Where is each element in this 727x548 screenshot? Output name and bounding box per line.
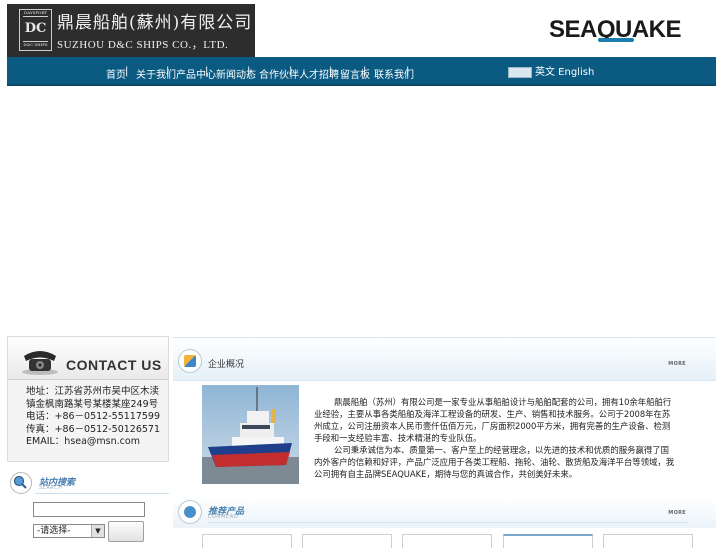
contact-title: CONTACT US <box>66 357 162 373</box>
nav-separator: | <box>363 66 367 77</box>
site-search-header: 站内搜索 SEARCH <box>7 470 169 496</box>
search-category-value: -请选择- <box>37 526 71 536</box>
nav-item-partners[interactable]: 合作伙伴 <box>259 66 299 81</box>
language-switch[interactable]: 英文 English <box>508 63 594 78</box>
logo-emblem-bottom-text: D&C SHIPS <box>23 42 48 47</box>
divider <box>35 493 169 494</box>
contact-header: CONTACT US <box>8 337 168 380</box>
divider <box>208 522 688 523</box>
world-map-icon <box>508 66 532 78</box>
nav-separator: | <box>406 66 410 77</box>
nav-separator: | <box>247 66 251 77</box>
product-card[interactable] <box>503 534 593 548</box>
magnifier-icon <box>10 472 32 494</box>
product-card[interactable] <box>603 534 693 548</box>
nav-item-jobs[interactable]: 人才招聘 <box>299 66 339 81</box>
nav-item-home[interactable]: 首页 <box>106 66 126 81</box>
nav-item-about[interactable]: 关于我们 <box>136 66 176 81</box>
product-card[interactable] <box>402 534 492 548</box>
brand-wave-mark <box>598 38 634 42</box>
nav-separator: | <box>205 66 209 77</box>
contact-address: 地址：江苏省苏州市吴中区木渎镇金枫南路某号某楼某座249号 <box>26 386 160 410</box>
nav-item-products[interactable]: 产品中心 <box>176 66 216 81</box>
search-category-select[interactable]: -请选择- ▼ <box>33 524 105 538</box>
about-section-title: 企业概况 <box>208 360 245 370</box>
logo-emblem-letters: DC <box>23 16 48 42</box>
company-logo[interactable]: DAYSPORT DC D&C SHIPS 鼎晨船舶(蘇州)有限公司 SUZHO… <box>7 4 255 57</box>
about-text: 鼎晨船舶（苏州）有限公司是一家专业从事船舶设计与船舶配套的公司，拥有10余年船舶… <box>314 396 676 480</box>
search-input[interactable] <box>33 502 145 517</box>
contact-email: EMAIL：hsea@msn.com <box>26 436 140 447</box>
products-section-title-en: COMMEND <box>208 514 239 520</box>
product-card[interactable] <box>202 534 292 548</box>
about-section-header: 企业概况 MORE <box>173 337 716 381</box>
logo-emblem: DAYSPORT DC D&C SHIPS <box>19 9 52 51</box>
contact-info: 地址：江苏省苏州市吴中区木渎镇金枫南路某号某楼某座249号 电话：+86－051… <box>26 386 166 449</box>
nav-separator: | <box>166 66 170 77</box>
cube-icon <box>184 355 196 367</box>
logo-emblem-top-text: DAYSPORT <box>24 10 47 15</box>
telephone-icon <box>22 351 58 375</box>
product-card[interactable] <box>302 534 392 548</box>
nav-separator: | <box>289 66 293 77</box>
about-paragraph: 公司秉承诚信为本、质量第一、客户至上的经营理念，以先进的技术和优质的服务赢得了国… <box>314 445 675 479</box>
tugboat-photo <box>202 385 299 484</box>
nav-separator: | <box>329 66 333 77</box>
tugboat-image <box>202 385 299 484</box>
gear-icon <box>184 506 196 518</box>
about-paragraph: 鼎晨船舶（苏州）有限公司是一家专业从事船舶设计与船舶配套的公司，拥有10余年船舶… <box>314 397 672 443</box>
contact-fax: 传真：+86－0512-50126571 <box>26 423 161 435</box>
about-more-link[interactable]: MORE <box>668 361 686 367</box>
products-more-link[interactable]: MORE <box>668 510 686 516</box>
language-label: 英文 English <box>535 67 595 78</box>
company-name-cn: 鼎晨船舶(蘇州)有限公司 <box>57 13 253 33</box>
about-section-icon <box>178 349 202 373</box>
main-nav: 首页 | 关于我们 | 产品中心 | 新闻动态 | 合作伙伴 | 人才招聘 | … <box>7 57 716 86</box>
products-section-icon <box>178 500 202 524</box>
site-search-title-en: SEARCH <box>39 485 63 491</box>
magnifier-glyph <box>13 475 27 489</box>
company-name-en: SUZHOU D&C SHIPS CO.，LTD. <box>57 39 229 51</box>
contact-phone: 电话：+86－0512-55117599 <box>26 411 161 422</box>
search-button[interactable] <box>108 521 144 542</box>
products-section-header: 推荐产品 COMMEND MORE <box>173 498 716 528</box>
dropdown-arrow-icon[interactable]: ▼ <box>91 525 104 537</box>
nav-separator: | <box>125 66 129 77</box>
contact-panel: CONTACT US 地址：江苏省苏州市吴中区木渎镇金枫南路某号某楼某座249号… <box>7 336 169 462</box>
